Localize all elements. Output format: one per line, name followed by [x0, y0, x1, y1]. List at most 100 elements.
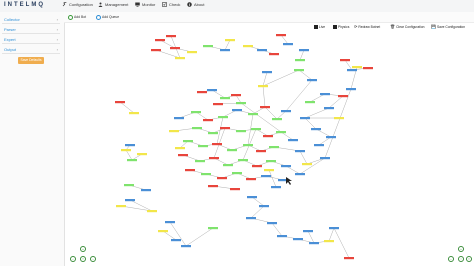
output-bot-node[interactable] [295, 173, 305, 176]
output-bot-node[interactable] [324, 107, 334, 110]
expert-bot-node[interactable] [236, 102, 246, 105]
output-bot-node[interactable] [257, 49, 267, 52]
expert-bot-node[interactable] [227, 149, 237, 152]
expert-bot-node[interactable] [238, 159, 248, 162]
output-bot-node[interactable] [220, 49, 230, 52]
output-bot-node[interactable] [125, 144, 135, 147]
output-bot-node[interactable] [277, 235, 287, 238]
sidebar-item-expert[interactable]: Expert › [2, 36, 60, 44]
parser-bot-node[interactable] [302, 163, 312, 166]
collector-bot-node[interactable] [155, 39, 165, 42]
add-queue-button[interactable]: Add Queue [96, 14, 119, 20]
queue-edge[interactable] [333, 227, 350, 259]
output-bot-node[interactable] [303, 230, 313, 233]
output-bot-node[interactable] [259, 205, 269, 208]
parser-bot-node[interactable] [324, 240, 334, 243]
output-bot-node[interactable] [232, 109, 242, 112]
expert-bot-node[interactable] [236, 130, 246, 133]
output-bot-node[interactable] [181, 245, 191, 248]
output-bot-node[interactable] [300, 117, 310, 120]
collector-bot-node[interactable] [213, 103, 223, 106]
expert-bot-node[interactable] [251, 128, 261, 131]
collector-bot-node[interactable] [197, 91, 207, 94]
expert-bot-node[interactable] [232, 172, 242, 175]
nav-about[interactable]: About [187, 2, 204, 7]
output-bot-node[interactable] [346, 88, 356, 91]
output-bot-node[interactable] [299, 49, 309, 52]
expert-bot-node[interactable] [272, 118, 282, 121]
queue-edge[interactable] [250, 205, 265, 219]
parser-bot-node[interactable] [187, 51, 197, 54]
collector-bot-node[interactable] [252, 165, 262, 168]
output-bot-node[interactable] [288, 139, 298, 142]
output-bot-node[interactable] [281, 110, 291, 113]
queue-edge[interactable] [344, 59, 353, 71]
sidebar-item-output[interactable]: Output › [2, 46, 60, 54]
pan-left-button[interactable]: ‹ [70, 256, 76, 262]
collector-bot-node[interactable] [151, 49, 161, 52]
collector-bot-node[interactable] [230, 188, 240, 191]
output-bot-node[interactable] [141, 189, 151, 192]
parser-bot-node[interactable] [129, 112, 139, 115]
collector-bot-node[interactable] [220, 127, 230, 130]
collector-bot-node[interactable] [263, 135, 273, 138]
parser-bot-node[interactable] [243, 45, 253, 48]
parser-bot-node[interactable] [334, 117, 344, 120]
queue-edge[interactable] [280, 34, 289, 45]
queue-edge[interactable] [299, 157, 326, 175]
queue-edge[interactable] [162, 230, 177, 241]
output-bot-node[interactable] [174, 117, 184, 120]
collector-bot-node[interactable] [338, 95, 348, 98]
parser-bot-node[interactable] [116, 205, 126, 208]
queue-edge[interactable] [285, 79, 313, 112]
parser-bot-node[interactable] [147, 210, 157, 213]
output-bot-node[interactable] [329, 227, 339, 230]
expert-bot-node[interactable] [208, 227, 218, 230]
expert-bot-node[interactable] [218, 116, 228, 119]
zoom-reset-button[interactable]: ○ [458, 256, 464, 262]
output-bot-node[interactable] [281, 165, 291, 168]
queue-edge[interactable] [125, 149, 133, 161]
botnet-graph[interactable] [64, 22, 474, 266]
parser-bot-node[interactable] [158, 230, 168, 233]
expert-bot-node[interactable] [124, 184, 134, 187]
queue-edge[interactable] [268, 169, 277, 188]
expert-bot-node[interactable] [195, 160, 205, 163]
collector-bot-node[interactable] [185, 169, 195, 172]
output-bot-node[interactable] [307, 79, 317, 82]
queue-edge[interactable] [169, 221, 187, 247]
output-bot-node[interactable] [320, 93, 330, 96]
sidebar-item-parser[interactable]: Parser › [2, 26, 60, 34]
expert-bot-node[interactable] [198, 145, 208, 148]
output-bot-node[interactable] [293, 238, 303, 241]
expert-bot-node[interactable] [203, 45, 213, 48]
queue-edge[interactable] [262, 85, 266, 108]
collector-bot-node[interactable] [209, 157, 219, 160]
output-bot-node[interactable] [262, 71, 272, 74]
parser-bot-node[interactable] [264, 169, 274, 172]
collector-bot-node[interactable] [115, 101, 125, 104]
collector-bot-node[interactable] [340, 59, 350, 62]
queue-edge[interactable] [299, 49, 305, 61]
collector-bot-node[interactable] [212, 143, 222, 146]
expert-bot-node[interactable] [305, 101, 315, 104]
pan-down-button[interactable]: ˅ [80, 256, 86, 262]
output-bot-node[interactable] [347, 69, 357, 72]
output-bot-node[interactable] [261, 175, 271, 178]
expert-bot-node[interactable] [220, 97, 230, 100]
collector-bot-node[interactable] [269, 53, 279, 56]
queue-edge[interactable] [216, 116, 224, 145]
queue-edge[interactable] [264, 106, 278, 120]
output-bot-node[interactable] [247, 196, 257, 199]
nav-management[interactable]: Management [98, 2, 128, 7]
collector-bot-node[interactable] [203, 119, 213, 122]
expert-bot-node[interactable] [183, 140, 193, 143]
queue-edge[interactable] [324, 88, 352, 159]
add-bot-button[interactable]: Add Bot [68, 14, 86, 20]
collector-bot-node[interactable] [260, 106, 270, 109]
nav-check[interactable]: Check [162, 2, 180, 7]
parser-bot-node[interactable] [258, 85, 268, 88]
parser-bot-node[interactable] [225, 39, 235, 42]
expert-bot-node[interactable] [295, 59, 305, 62]
collector-bot-node[interactable] [166, 35, 176, 38]
